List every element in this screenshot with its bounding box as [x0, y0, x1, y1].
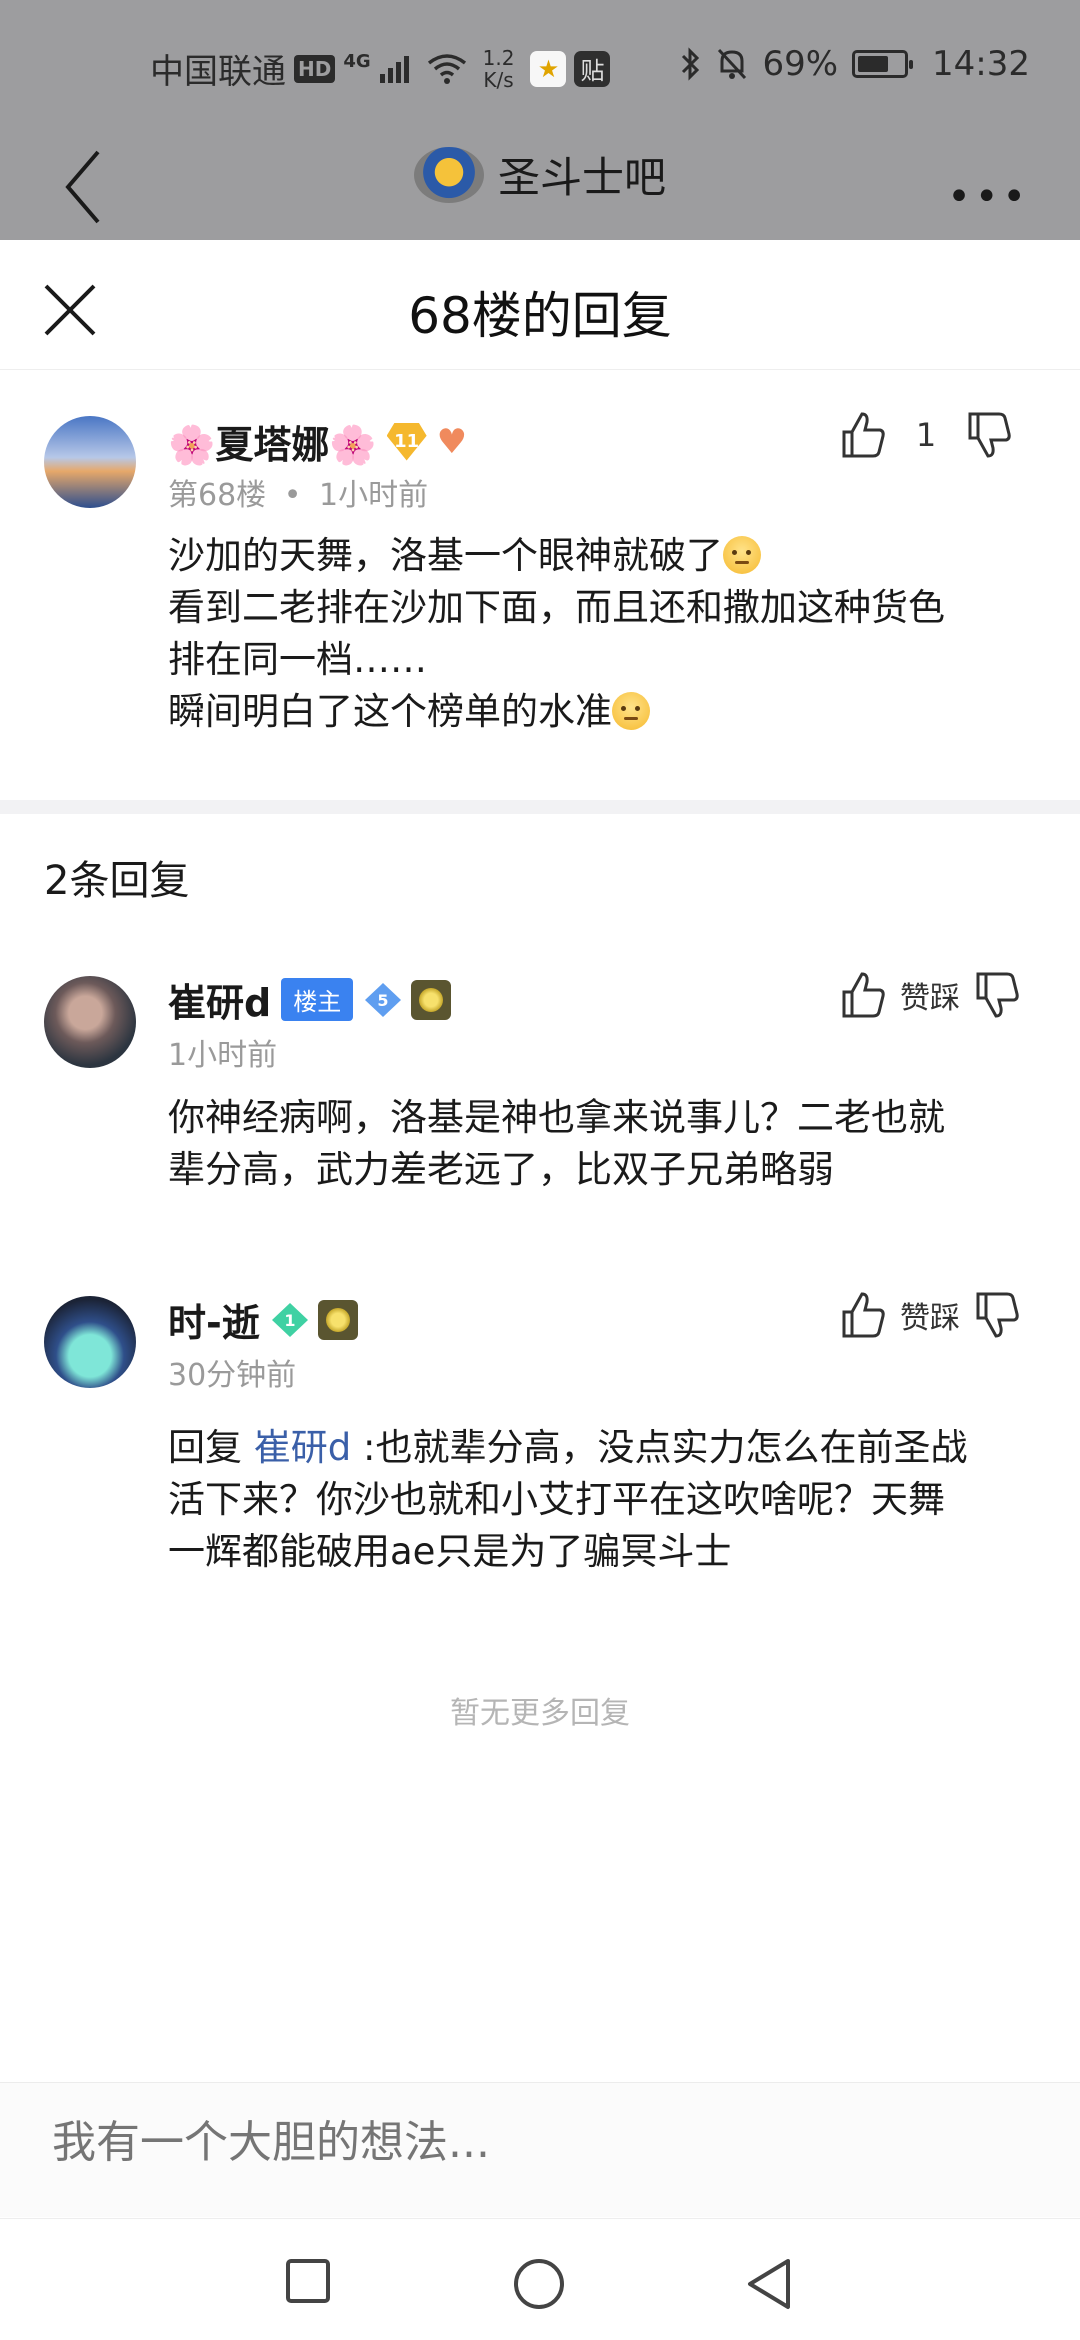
vote-label: 赞踩: [900, 981, 960, 1016]
reply-vote: 赞踩: [840, 1290, 1020, 1340]
hd-icon: HD: [294, 54, 336, 83]
level-badge: 11: [386, 422, 427, 461]
forum-title: 圣斗士吧: [497, 153, 666, 202]
post-meta: 第68楼 • 1小时前: [168, 478, 429, 513]
reply-time: 1小时前: [168, 1038, 278, 1073]
network-speed: 1.2 K/s: [482, 45, 515, 92]
svg-text:1: 1: [284, 1311, 295, 1330]
reply-input[interactable]: [52, 2117, 1032, 2168]
post-author-row: 🌸夏塔娜🌸 11 ♥: [168, 414, 467, 469]
back-triangle-icon[interactable]: [744, 2257, 794, 2311]
thumb-up-icon[interactable]: [840, 970, 886, 1020]
reply-content[interactable]: 回复 崔研d :也就辈分高，没点实力怎么在前圣战 活下来？你沙也就和小艾打平在这…: [168, 1422, 1038, 1578]
host-badge: 楼主: [281, 978, 354, 1021]
floor-post: 🌸夏塔娜🌸 11 ♥ 第68楼 • 1小时前 1 沙加的天舞，洛基一个眼神就破了…: [0, 370, 1080, 810]
thumb-down-icon[interactable]: [974, 1290, 1020, 1340]
reply-item: 时-逝 1 30分钟前 赞踩 回复 崔研d :也就辈分高，没点实力怎么在前圣战 …: [0, 1280, 1080, 1610]
svg-text:5: 5: [378, 991, 389, 1010]
status-bar: 中国联通 HD 4G 1.2 K/s ★ 贴 69% 14:32: [0, 0, 1080, 130]
avatar[interactable]: [44, 1296, 136, 1388]
network-type: 4G: [343, 51, 371, 72]
carrier-label: 中国联通: [150, 52, 286, 92]
thumb-down-icon[interactable]: [974, 970, 1020, 1020]
sweat-emoji-icon: [612, 692, 650, 730]
author-name[interactable]: 时-逝: [168, 1292, 260, 1347]
clock: 14:32: [932, 44, 1030, 84]
like-count: 1: [915, 416, 937, 454]
battery-percent: 69%: [762, 44, 839, 84]
thumb-down-icon[interactable]: [966, 410, 1012, 460]
reply-time: 30分钟前: [168, 1358, 297, 1393]
reply-item: 崔研d 楼主 5 1小时前 赞踩 你神经病啊，洛基是神也拿来说事儿？二老也就 辈…: [0, 960, 1080, 1220]
section-divider: [0, 800, 1080, 814]
level-diamond-icon: 1: [270, 1301, 308, 1339]
lungs-icon: ♥: [436, 421, 468, 462]
post-content: 沙加的天舞，洛基一个眼神就破了 看到二老排在沙加下面，而且还和撒加这种货色 排在…: [168, 534, 945, 733]
reply-prefix: 回复: [168, 1426, 254, 1469]
author-name[interactable]: 崔研d: [168, 972, 271, 1027]
thumb-up-icon[interactable]: [840, 1290, 886, 1340]
mute-bell-icon: [718, 48, 747, 80]
post-vote: 1: [840, 410, 1012, 460]
more-menu-button[interactable]: •••: [947, 174, 1030, 220]
post-time: 1小时前: [318, 478, 429, 513]
mention-link[interactable]: 崔研d: [254, 1426, 352, 1469]
no-more-replies: 暂无更多回复: [450, 1696, 630, 1731]
star-app-icon: ★: [530, 50, 567, 87]
reply-composer: [0, 2082, 1080, 2217]
reply-vote: 赞踩: [840, 970, 1020, 1020]
sweat-emoji-icon: [723, 536, 761, 574]
reply-author-row: 时-逝 1: [168, 1292, 358, 1347]
author-name[interactable]: 🌸夏塔娜🌸: [168, 414, 377, 469]
medal-icon: [317, 1299, 358, 1340]
forum-title-group[interactable]: 圣斗士吧: [0, 144, 1080, 205]
forum-logo: [413, 146, 484, 203]
panel-title: 68楼的回复: [408, 287, 672, 345]
reply-panel-header: 68楼的回复: [0, 240, 1080, 370]
signal-icon: [379, 55, 409, 83]
floor-label: 第68楼: [168, 478, 267, 513]
reply-content[interactable]: 你神经病啊，洛基是神也拿来说事儿？二老也就 辈分高，武力差老远了，比双子兄弟略弱: [168, 1092, 1038, 1196]
system-nav-bar: [0, 2218, 1080, 2340]
wifi-icon: [427, 53, 466, 84]
reply-author-row: 崔研d 楼主 5: [168, 972, 452, 1027]
avatar[interactable]: [44, 976, 136, 1068]
forum-navbar: 圣斗士吧 •••: [0, 130, 1080, 240]
avatar[interactable]: [44, 416, 136, 508]
vote-label: 赞踩: [900, 1301, 960, 1336]
bluetooth-icon: [682, 47, 700, 81]
replies-count: 2条回复: [44, 858, 190, 904]
recents-icon[interactable]: [284, 2257, 332, 2305]
home-icon[interactable]: [512, 2257, 566, 2311]
tieba-app-icon: 贴: [574, 50, 611, 87]
thumb-up-icon[interactable]: [840, 410, 886, 460]
battery-icon: [852, 50, 914, 78]
level-diamond-icon: 5: [363, 981, 402, 1019]
medal-icon: [411, 979, 452, 1020]
